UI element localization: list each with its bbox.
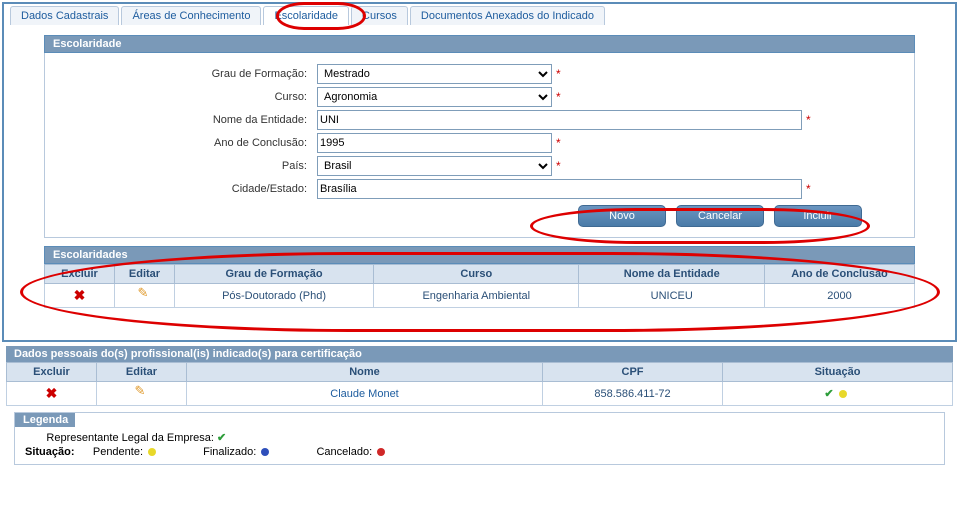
- status-dot-blue-icon: [261, 448, 269, 456]
- required-icon: *: [556, 90, 561, 104]
- required-icon: *: [556, 159, 561, 173]
- tab-areas-conhecimento[interactable]: Áreas de Conhecimento: [121, 6, 261, 25]
- tab-dados-cadastrais[interactable]: Dados Cadastrais: [10, 6, 119, 25]
- col-editar: Editar: [115, 265, 175, 284]
- status-dot-red-icon: [377, 448, 385, 456]
- tab-documentos[interactable]: Documentos Anexados do Indicado: [410, 6, 605, 25]
- check-icon: ✔: [824, 388, 833, 400]
- escolaridades-header: Escolaridades: [44, 246, 915, 264]
- escolaridades-table: Excluir Editar Grau de Formação Curso No…: [44, 264, 915, 308]
- entidade-input[interactable]: [317, 110, 802, 130]
- finalizado-label: Finalizado:: [203, 446, 256, 458]
- cell-ano: 2000: [765, 284, 915, 308]
- col-grau: Grau de Formação: [175, 265, 374, 284]
- col-curso: Curso: [374, 265, 579, 284]
- cell-nome[interactable]: Claude Monet: [187, 382, 543, 406]
- col-editar: Editar: [97, 363, 187, 382]
- novo-button[interactable]: Novo: [578, 205, 666, 227]
- rep-legal-label: Representante Legal da Empresa:: [46, 432, 214, 444]
- curso-select[interactable]: Agronomia: [317, 87, 552, 107]
- edit-icon[interactable]: [135, 385, 149, 399]
- cell-curso: Engenharia Ambiental: [374, 284, 579, 308]
- edit-icon[interactable]: [138, 287, 152, 301]
- status-dot-yellow-icon: [839, 390, 847, 398]
- col-nome: Nome: [187, 363, 543, 382]
- delete-icon[interactable]: ✖: [74, 287, 86, 303]
- ano-input[interactable]: [317, 133, 552, 153]
- pendente-label: Pendente:: [93, 446, 143, 458]
- table-row: ✖ Pós-Doutorado (Phd) Engenharia Ambient…: [45, 284, 915, 308]
- required-icon: *: [556, 67, 561, 81]
- cell-situacao: ✔: [723, 382, 953, 406]
- situacao-label: Situação:: [25, 446, 75, 458]
- col-ano: Ano de Conclusão: [765, 265, 915, 284]
- tab-bar: Dados Cadastrais Áreas de Conhecimento E…: [4, 4, 955, 25]
- cancelar-button[interactable]: Cancelar: [676, 205, 764, 227]
- pais-label: País:: [57, 160, 317, 172]
- profissionais-header: Dados pessoais do(s) profissional(is) in…: [6, 346, 953, 362]
- table-row: ✖ Claude Monet 858.586.411-72 ✔: [7, 382, 953, 406]
- incluir-button[interactable]: Incluir: [774, 205, 862, 227]
- tab-escolaridade[interactable]: Escolaridade: [263, 6, 349, 25]
- escolaridade-header: Escolaridade: [44, 35, 915, 53]
- grau-formacao-label: Grau de Formação:: [57, 68, 317, 80]
- ano-label: Ano de Conclusão:: [57, 137, 317, 149]
- col-entidade: Nome da Entidade: [579, 265, 765, 284]
- cidade-label: Cidade/Estado:: [57, 183, 317, 195]
- profissionais-table: Excluir Editar Nome CPF Situação ✖ Claud…: [6, 362, 953, 406]
- legenda-box: Legenda Representante Legal da Empresa: …: [14, 412, 945, 465]
- curso-label: Curso:: [57, 91, 317, 103]
- check-icon: ✔: [217, 432, 226, 444]
- cancelado-label: Cancelado:: [316, 446, 372, 458]
- required-icon: *: [556, 136, 561, 150]
- status-dot-yellow-icon: [148, 448, 156, 456]
- col-excluir: Excluir: [7, 363, 97, 382]
- pais-select[interactable]: Brasil: [317, 156, 552, 176]
- col-cpf: CPF: [543, 363, 723, 382]
- cell-cpf: 858.586.411-72: [543, 382, 723, 406]
- cell-entidade: UNICEU: [579, 284, 765, 308]
- delete-icon[interactable]: ✖: [46, 385, 58, 401]
- cell-grau: Pós-Doutorado (Phd): [175, 284, 374, 308]
- entidade-label: Nome da Entidade:: [57, 114, 317, 126]
- grau-formacao-select[interactable]: Mestrado: [317, 64, 552, 84]
- col-situacao: Situação: [723, 363, 953, 382]
- required-icon: *: [806, 113, 811, 127]
- col-excluir: Excluir: [45, 265, 115, 284]
- legenda-title: Legenda: [15, 413, 75, 427]
- required-icon: *: [806, 182, 811, 196]
- cidade-input[interactable]: [317, 179, 802, 199]
- tab-cursos[interactable]: Cursos: [351, 6, 408, 25]
